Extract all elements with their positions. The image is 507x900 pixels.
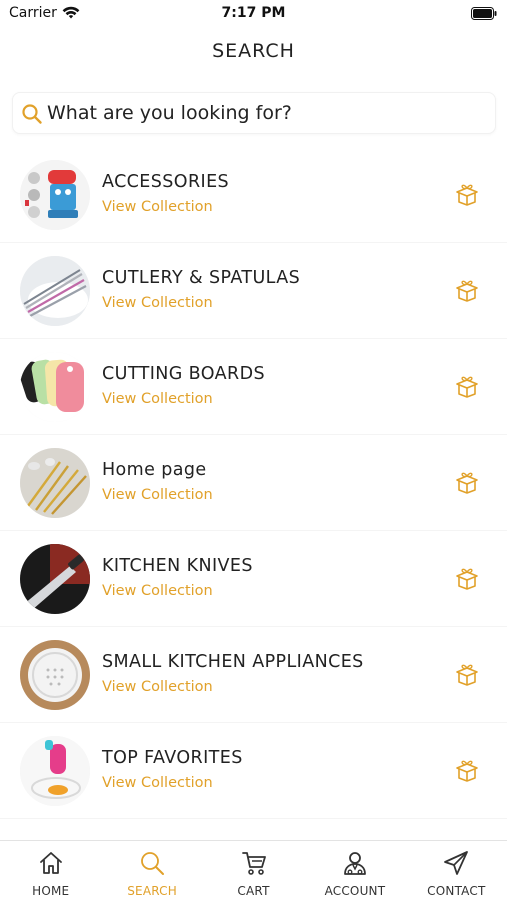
view-collection-link[interactable]: View Collection <box>102 199 213 215</box>
collection-title: Home page <box>102 460 207 480</box>
collection-title: CUTLERY & SPATULAS <box>102 268 301 288</box>
collection-thumbnail <box>20 448 90 518</box>
collection-thumbnail <box>20 160 90 230</box>
battery-icon <box>471 7 497 20</box>
tab-home[interactable]: HOME <box>0 841 101 900</box>
screen: Carrier 7:17 PM SEARCH What are you look… <box>0 0 507 900</box>
collection-item-top-favorites[interactable]: TOP FAVORITES View Collection <box>0 723 507 819</box>
view-collection-link[interactable]: View Collection <box>102 295 213 311</box>
search-input[interactable] <box>47 93 487 133</box>
collection-title: ACCESSORIES <box>102 172 230 192</box>
view-collection-link[interactable]: View Collection <box>102 775 213 791</box>
gift-icon <box>456 184 478 206</box>
collection-thumbnail <box>20 352 90 422</box>
status-time: 7:17 PM <box>221 5 286 21</box>
tab-label: CONTACT <box>427 884 486 898</box>
view-collection-link[interactable]: View Collection <box>102 583 213 599</box>
collection-item-cutlery-spatulas[interactable]: CUTLERY & SPATULAS View Collection <box>0 243 507 339</box>
cart-icon <box>241 852 266 875</box>
tab-label: ACCOUNT <box>324 884 386 898</box>
collection-title: KITCHEN KNIVES <box>102 556 253 576</box>
home-icon <box>39 852 62 874</box>
collection-item-kitchen-knives[interactable]: KITCHEN KNIVES View Collection <box>0 531 507 627</box>
tab-contact[interactable]: CONTACT <box>406 841 507 900</box>
collection-item-cutting-boards[interactable]: CUTTING BOARDS View Collection <box>0 339 507 435</box>
tab-cart[interactable]: CART <box>203 841 304 900</box>
status-bar: Carrier 7:17 PM <box>0 0 507 28</box>
collection-title: SMALL KITCHEN APPLIANCES <box>102 652 364 672</box>
collection-thumbnail <box>20 640 90 710</box>
gift-icon <box>456 472 478 494</box>
search-box[interactable] <box>12 92 496 134</box>
collection-item-accessories[interactable]: ACCESSORIES View Collection <box>0 147 507 243</box>
collection-title: CUTTING BOARDS <box>102 364 265 384</box>
gift-icon <box>456 760 478 782</box>
collection-item-small-kitchen-appliances[interactable]: SMALL KITCHEN APPLIANCES View Collection <box>0 627 507 723</box>
tab-search[interactable]: SEARCH <box>101 841 202 900</box>
send-icon <box>444 851 469 875</box>
gift-icon <box>456 568 478 590</box>
gift-icon <box>456 376 478 398</box>
view-collection-link[interactable]: View Collection <box>102 487 213 503</box>
tab-label: HOME <box>32 884 70 898</box>
tab-label: SEARCH <box>127 884 177 898</box>
collection-list: ACCESSORIES View Collection CUTLERY & SP… <box>0 147 507 819</box>
account-icon <box>344 852 366 875</box>
collection-thumbnail <box>20 736 90 806</box>
tab-label: CART <box>237 884 270 898</box>
collection-title: TOP FAVORITES <box>102 748 243 768</box>
view-collection-link[interactable]: View Collection <box>102 679 213 695</box>
collection-thumbnail <box>20 256 90 326</box>
search-icon <box>22 104 42 124</box>
view-collection-link[interactable]: View Collection <box>102 391 213 407</box>
search-icon <box>141 852 165 875</box>
gift-icon <box>456 280 478 302</box>
page-title: SEARCH <box>212 40 295 62</box>
collection-thumbnail <box>20 544 90 614</box>
collection-item-home-page[interactable]: Home page View Collection <box>0 435 507 531</box>
tab-bar: HOME SEARCH CART ACCOUNT CONTACT <box>0 840 507 900</box>
gift-icon <box>456 664 478 686</box>
tab-account[interactable]: ACCOUNT <box>304 841 405 900</box>
